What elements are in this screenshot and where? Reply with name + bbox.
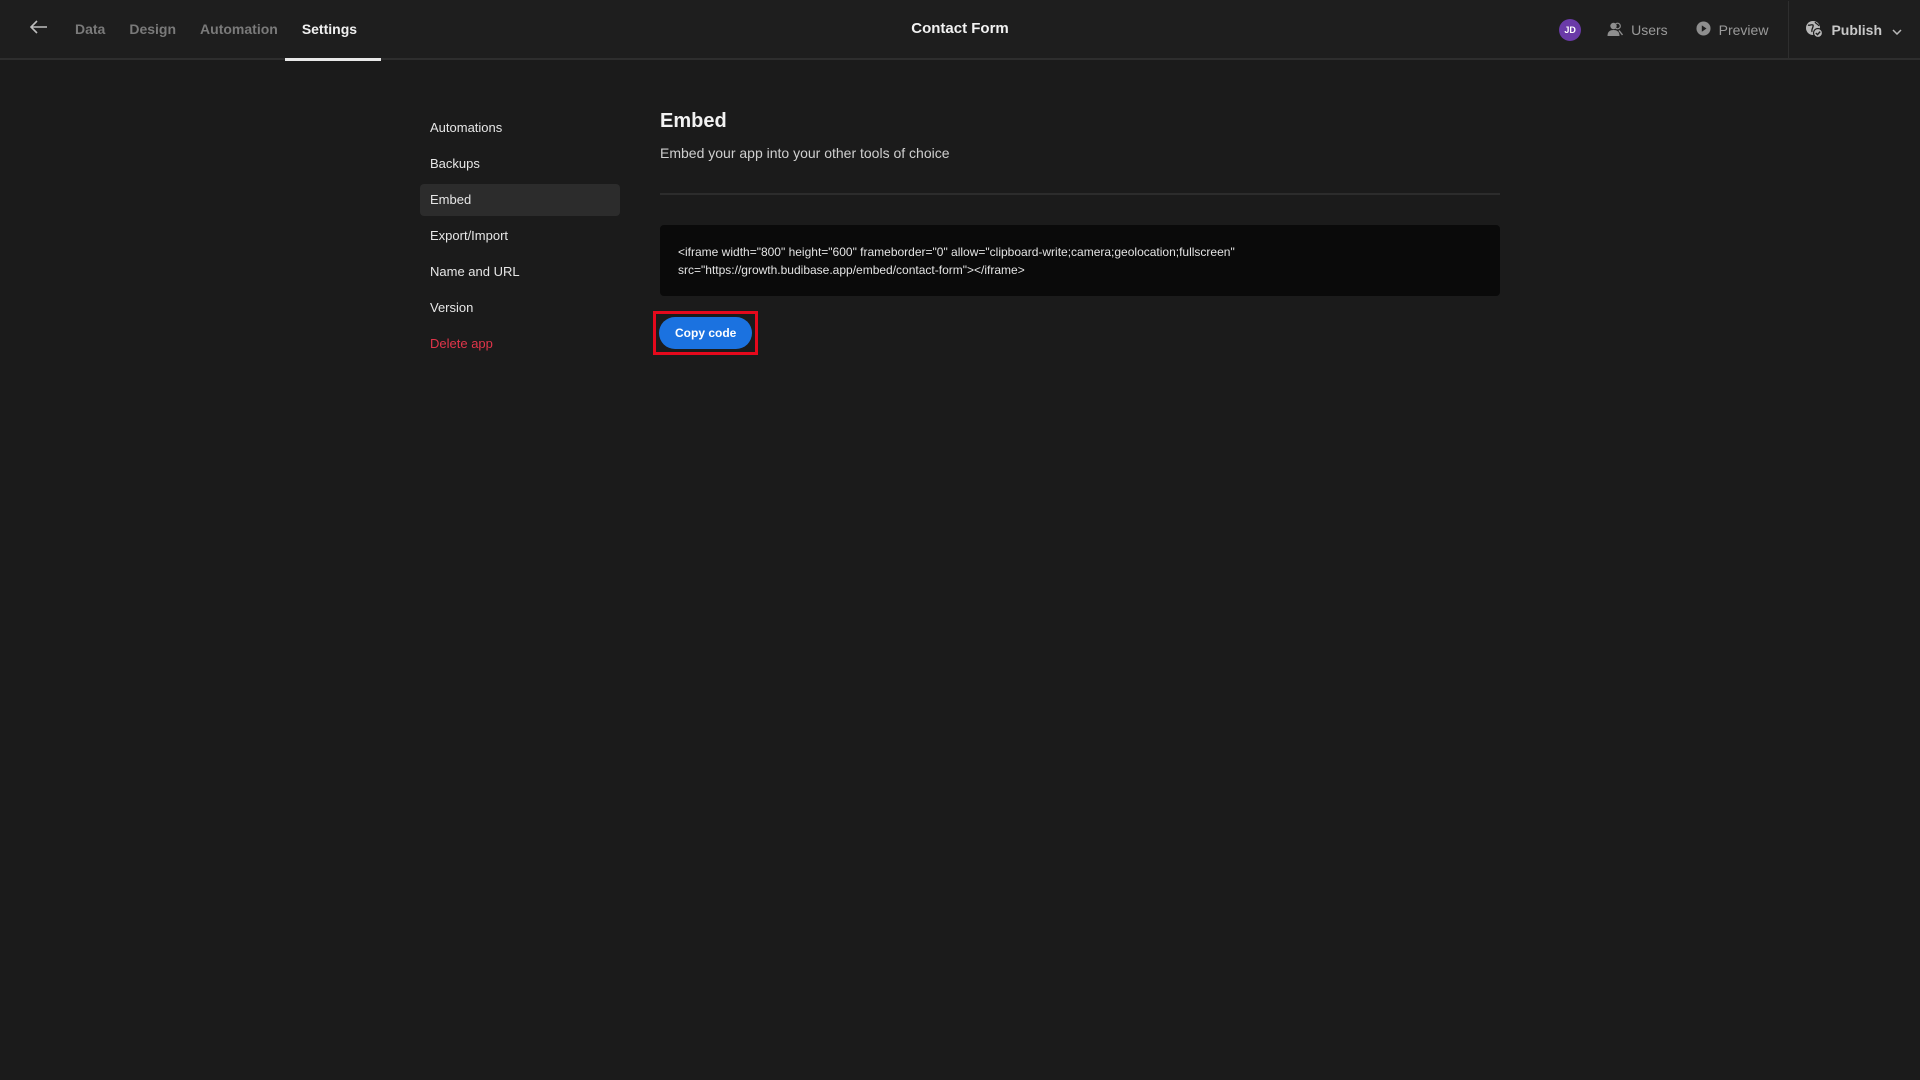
tab-data[interactable]: Data — [75, 0, 105, 60]
avatar[interactable]: JD — [1559, 19, 1582, 41]
tab-design[interactable]: Design — [129, 0, 176, 60]
tab-settings[interactable]: Settings — [284, 0, 382, 61]
embed-code-box[interactable]: <iframe width="800" height="600" framebo… — [660, 225, 1500, 296]
users-label: Users — [1631, 22, 1668, 38]
nav-tabs: Data Design Automation Settings — [75, 0, 382, 61]
back-button[interactable] — [26, 16, 52, 42]
settings-item-export-import[interactable]: Export/Import — [420, 220, 620, 252]
settings-item-delete-app[interactable]: Delete app — [420, 328, 620, 360]
page-subtitle: Embed your app into your other tools of … — [660, 145, 950, 161]
tab-automation[interactable]: Automation — [200, 0, 278, 60]
users-button[interactable]: Users — [1607, 21, 1668, 40]
settings-item-backups[interactable]: Backups — [420, 148, 620, 180]
settings-nav: Automations Backups Embed Export/Import … — [420, 112, 620, 364]
copy-code-highlight: Copy code — [653, 311, 759, 355]
top-bar: Data Design Automation Settings Contact … — [0, 0, 1920, 61]
globe-check-icon — [1805, 20, 1824, 41]
embed-code-line: <iframe width="800" height="600" framebo… — [678, 245, 1235, 259]
embed-panel: Embed Embed your app into your other too… — [653, 110, 1500, 355]
top-right-actions: JD Users Preview Publish — [1559, 0, 1920, 60]
chevron-down-icon[interactable] — [1892, 22, 1902, 38]
settings-item-automations[interactable]: Automations — [420, 112, 620, 144]
divider — [660, 193, 1500, 195]
arrow-left-icon — [29, 19, 48, 39]
play-circle-icon — [1696, 21, 1719, 39]
publish-button[interactable]: Publish — [1805, 20, 1902, 41]
users-icon — [1607, 21, 1631, 40]
settings-item-version[interactable]: Version — [420, 292, 620, 324]
settings-item-embed[interactable]: Embed — [420, 184, 620, 216]
settings-item-name-and-url[interactable]: Name and URL — [420, 256, 620, 288]
page-title: Embed — [660, 110, 727, 132]
preview-button[interactable]: Preview — [1696, 21, 1769, 39]
publish-label: Publish — [1831, 22, 1882, 38]
embed-code-line: src="https://growth.budibase.app/embed/c… — [678, 263, 1025, 277]
divider — [1788, 1, 1790, 59]
preview-label: Preview — [1718, 22, 1769, 38]
copy-code-button[interactable]: Copy code — [659, 317, 753, 349]
